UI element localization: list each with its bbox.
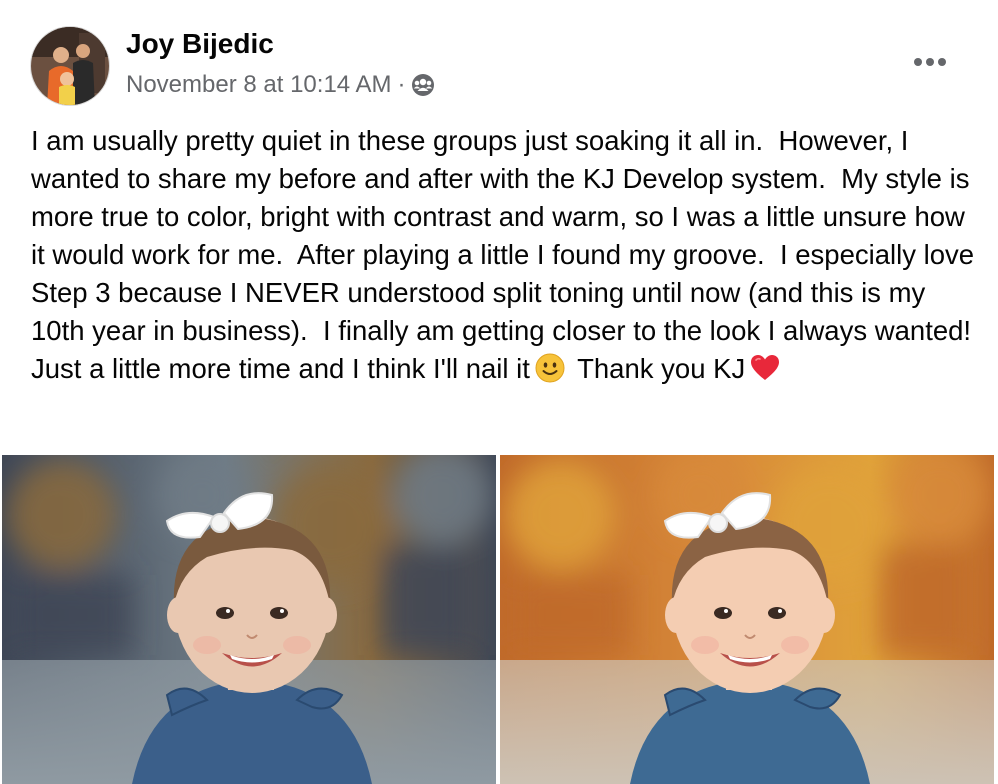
post-body: I am usually pretty quiet in these group…	[31, 125, 987, 384]
post-meta: November 8 at 10:14 AM ·	[126, 69, 435, 101]
post-text: I am usually pretty quiet in these group…	[31, 122, 981, 388]
red-heart-emoji	[749, 352, 781, 384]
post-header: Joy Bijedic November 8 at 10:14 AM ·	[0, 0, 998, 118]
post-timestamp[interactable]: November 8 at 10:14 AM	[126, 71, 391, 99]
more-options-button[interactable]	[908, 48, 952, 76]
post-thanks: Thank you KJ	[577, 353, 746, 384]
group-members-icon[interactable]	[411, 73, 435, 97]
meta-separator: ·	[397, 71, 406, 98]
author-avatar[interactable]	[30, 26, 110, 106]
after-photo-image	[500, 455, 994, 784]
post-card: Joy Bijedic November 8 at 10:14 AM · I a…	[0, 0, 998, 784]
more-options-icon	[914, 58, 946, 66]
author-name[interactable]: Joy Bijedic	[126, 28, 274, 60]
after-photo[interactable]	[500, 455, 994, 784]
avatar-image	[31, 27, 109, 105]
slightly-smiling-face-emoji	[534, 352, 566, 384]
before-photo[interactable]	[2, 455, 496, 784]
before-photo-image	[2, 455, 496, 784]
photo-grid	[0, 451, 998, 784]
